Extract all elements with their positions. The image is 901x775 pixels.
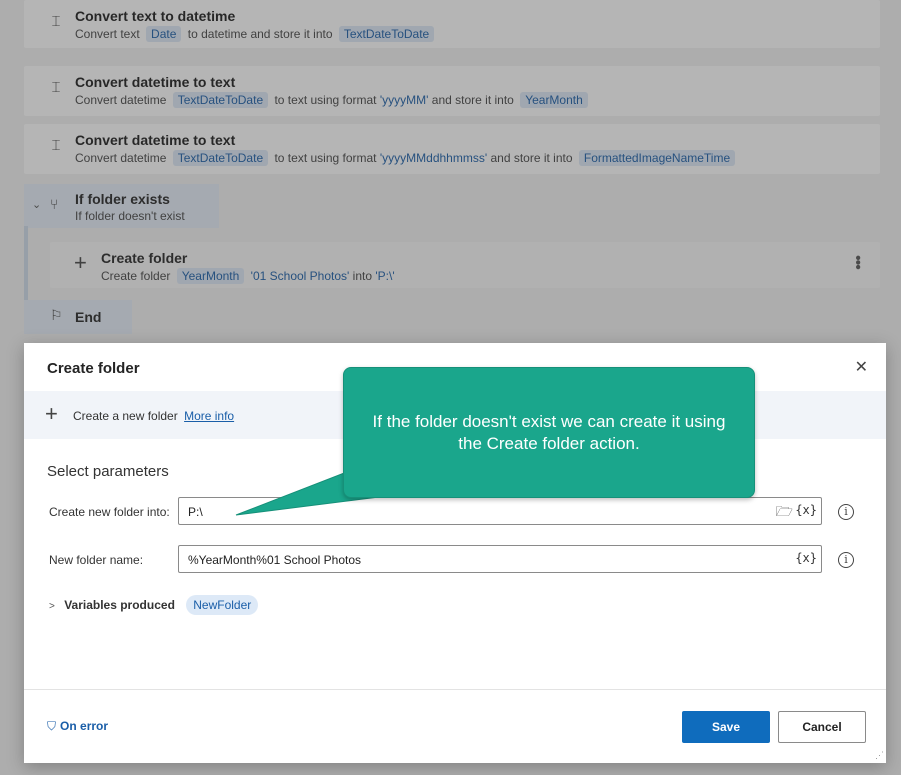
folder-name-label: New folder name: bbox=[49, 553, 144, 567]
resize-grip-icon[interactable]: ⋰ bbox=[875, 750, 884, 761]
folder-name-input[interactable]: %YearMonth%01 School Photos {x} bbox=[178, 545, 822, 573]
chevron-right-icon[interactable]: > bbox=[49, 601, 55, 612]
footer-divider bbox=[24, 689, 886, 690]
close-icon[interactable]: ✕ bbox=[855, 357, 868, 377]
dialog-title: Create folder bbox=[47, 360, 140, 377]
variables-produced-label: Variables produced bbox=[64, 598, 175, 612]
info-icon[interactable]: i bbox=[838, 552, 854, 568]
annotation-callout: If the folder doesn't exist we can creat… bbox=[343, 367, 755, 498]
save-button[interactable]: Save bbox=[682, 711, 770, 743]
on-error-button[interactable]: ⛉ On error bbox=[47, 719, 108, 734]
variable-chip-newfolder[interactable]: NewFolder bbox=[186, 595, 259, 615]
section-title: Select parameters bbox=[47, 463, 169, 480]
folder-open-icon[interactable]: 🗁 bbox=[776, 501, 793, 525]
more-info-link[interactable]: More info bbox=[184, 409, 234, 423]
on-error-label: On error bbox=[60, 719, 109, 733]
callout-text: If the folder doesn't exist we can creat… bbox=[372, 411, 726, 453]
info-icon[interactable]: i bbox=[838, 504, 854, 520]
variables-produced[interactable]: > Variables produced NewFolder bbox=[49, 595, 261, 615]
folder-name-value: %YearMonth%01 School Photos bbox=[188, 553, 362, 567]
shield-icon: ⛉ bbox=[47, 719, 57, 733]
plus-icon: + bbox=[45, 401, 58, 426]
info-text: Create a new folder More info bbox=[73, 409, 234, 423]
variable-picker-button[interactable]: {x} bbox=[795, 503, 817, 517]
cancel-button[interactable]: Cancel bbox=[778, 711, 866, 743]
folder-into-input[interactable]: P:\ 🗁 {x} bbox=[178, 497, 822, 525]
variable-picker-button[interactable]: {x} bbox=[795, 551, 817, 565]
folder-into-label: Create new folder into: bbox=[49, 505, 170, 519]
info-description: Create a new folder bbox=[73, 409, 178, 423]
folder-into-value: P:\ bbox=[188, 505, 203, 519]
